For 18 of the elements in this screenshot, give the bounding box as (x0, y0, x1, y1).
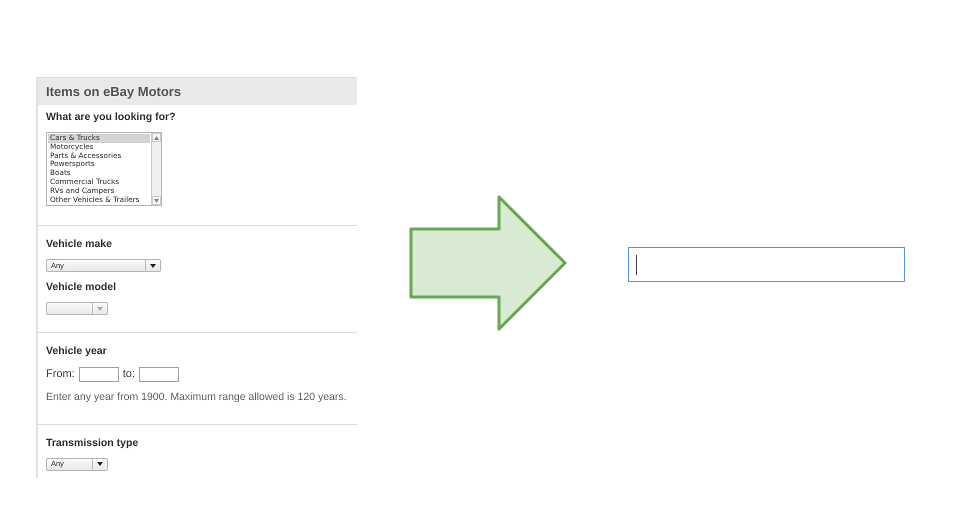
help-text: Enter any year from 1900. Maximum range allowed is 120 years. (46, 390, 348, 404)
year-to-field[interactable] (138, 367, 179, 382)
right-arrow-icon (410, 196, 566, 330)
scroll-up-icon[interactable] (152, 133, 161, 142)
year-from-field[interactable] (78, 367, 119, 382)
to-label: to: (122, 367, 135, 382)
panel-title: Items on eBay Motors (38, 77, 357, 105)
caret-icon (97, 462, 103, 466)
scroll-down-icon[interactable] (152, 196, 161, 206)
from-label: From: (46, 367, 75, 382)
caret-icon (97, 306, 103, 311)
caret-icon (150, 264, 156, 268)
section-heading: Transmission type (46, 436, 140, 450)
section-heading: Vehicle make (46, 238, 113, 252)
text-input-field[interactable] (628, 247, 905, 282)
section-heading: Vehicle year (46, 345, 108, 358)
section-heading: Vehicle model (46, 281, 118, 294)
section-heading: What are you looking for? (46, 111, 177, 124)
